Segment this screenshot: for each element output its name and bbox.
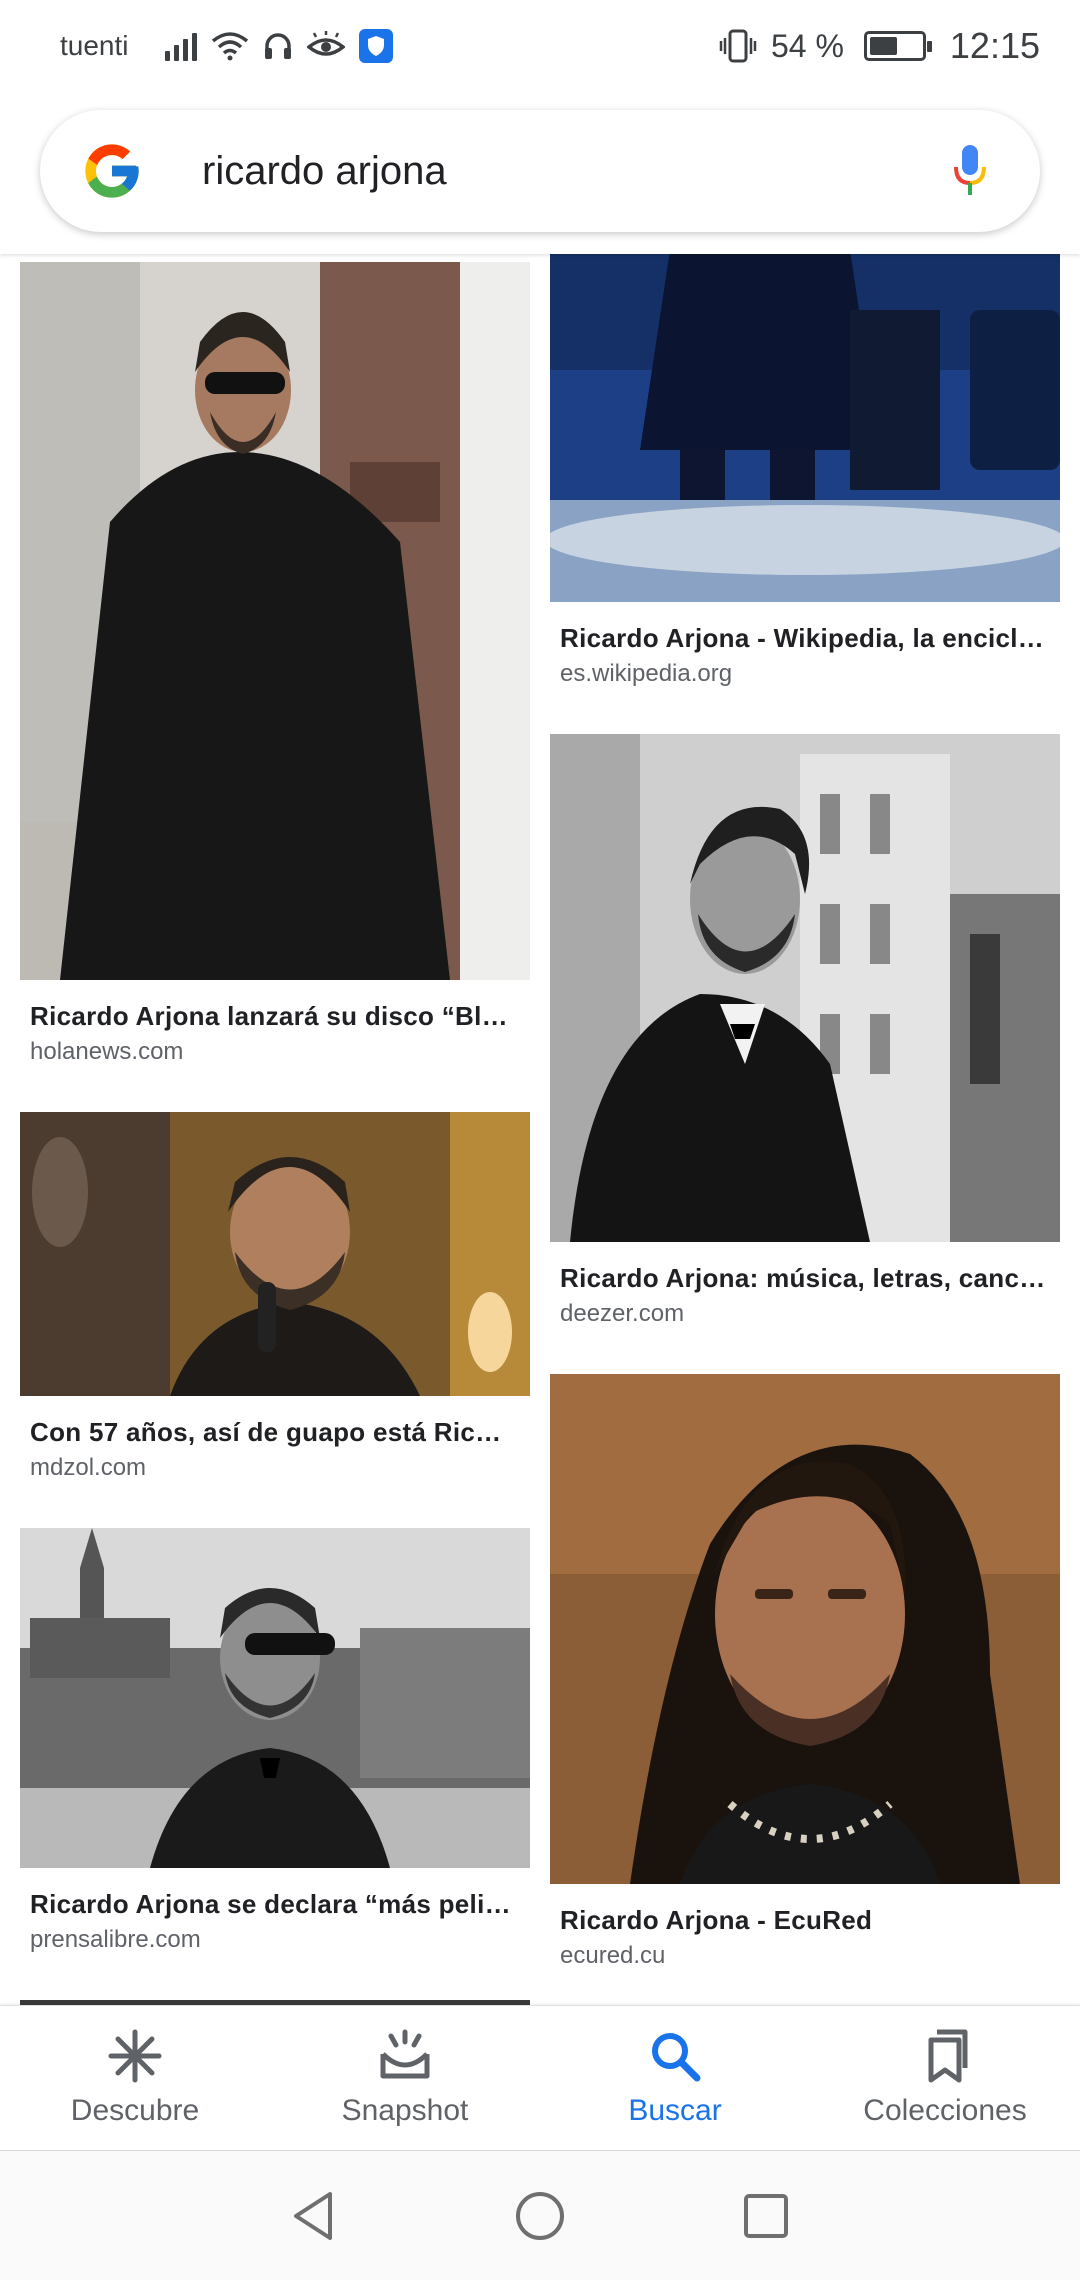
bottom-navigation: Descubre Snapshot Buscar Colecciones [0,2005,1080,2150]
nav-item-colecciones[interactable]: Colecciones [820,2028,1070,2128]
carrier-name: tuenti [60,30,129,61]
result-source: deezer.com [560,1300,685,1327]
signal-strength-icon [164,31,197,61]
shield-icon [358,29,393,63]
nav-item-label: Colecciones [863,2094,1027,2127]
result-image[interactable] [550,1374,1060,1884]
nav-item-label: Descubre [70,2094,200,2127]
nav-item-label: Buscar [628,2094,722,2127]
result-source: prensalibre.com [30,1926,201,1953]
status-bar: tuenti 54 % 12:15 [0,0,1080,92]
nav-item-buscar[interactable]: Buscar [550,2028,800,2128]
result-title[interactable]: Ricardo Arjona - Wikipedia, la encicl… [560,620,1050,656]
result-title[interactable]: Ricardo Arjona lanzará su disco “Bl… [30,998,520,1034]
result-title[interactable]: Ricardo Arjona: música, letras, canc… [560,1260,1050,1296]
vibrate-icon [719,29,757,63]
search-icon [652,2033,701,2082]
image-results-grid: Ricardo Arjona lanzará su disco “Bl… hol… [0,250,1080,2005]
result-caption: Ricardo Arjona lanzará su disco “Bl… hol… [20,980,530,1070]
eye-comfort-icon [306,31,345,61]
result-caption: Ricardo Arjona: música, letras, canc… de… [550,1242,1060,1332]
image-result-card[interactable]: Ricardo Arjona lanzará su disco “Bl… hol… [20,262,530,1070]
image-result-card[interactable]: Ricardo Arjona: música, letras, canc… de… [550,734,1060,1332]
result-source: ecured.cu [560,1942,666,1969]
result-source: holanews.com [30,1038,184,1065]
system-navigation-bar [0,2150,1080,2280]
result-image[interactable] [550,250,1060,602]
status-left: tuenti [60,29,393,63]
nav-item-snapshot[interactable]: Snapshot [280,2028,530,2128]
result-title[interactable]: Con 57 años, así de guapo está Ric… [30,1414,520,1450]
search-bar-divider [0,232,1080,254]
result-title[interactable]: Ricardo Arjona - EcuRed [560,1902,1050,1938]
result-caption: Ricardo Arjona - EcuRed ecured.cu [550,1884,1060,1974]
wifi-icon [211,31,249,61]
search-input[interactable] [202,148,950,194]
image-result-card[interactable]: Ricardo Arjona - Wikipedia, la encicl… e… [550,250,1060,692]
result-source: es.wikipedia.org [560,660,733,687]
result-image[interactable] [550,734,1060,1242]
image-result-card[interactable]: Con 57 años, así de guapo está Ric… mdzo… [20,1112,530,1486]
headphones-icon [263,31,293,61]
battery-percent: 54 % [770,27,844,64]
battery-icon [863,31,932,61]
battery-level [869,37,897,55]
image-result-card[interactable]: Ricardo Arjona - EcuRed ecured.cu [550,1374,1060,1974]
nav-item-label: Snapshot [341,2094,469,2127]
image-result-card[interactable]: Ricardo Arjona se declara “más peli… pre… [20,1528,530,1958]
bookmarks-icon [928,2029,968,2083]
snapshot-icon [380,2029,430,2079]
recents-icon[interactable] [738,2188,794,2244]
nav-item-descubre[interactable]: Descubre [10,2028,260,2128]
asterisk-icon [108,2029,162,2083]
status-right: 54 % 12:15 [719,25,1040,67]
result-caption: Con 57 años, así de guapo está Ric… mdzo… [20,1396,530,1486]
result-title[interactable]: Ricardo Arjona se declara “más peli… [30,1886,520,1922]
result-source: mdzol.com [30,1454,147,1481]
search-bar[interactable] [40,110,1040,232]
result-caption: Ricardo Arjona se declara “más peli… pre… [20,1868,530,1958]
microphone-icon[interactable] [950,141,990,201]
google-logo-icon [85,144,139,198]
result-image[interactable] [20,262,530,980]
clock: 12:15 [949,25,1040,66]
back-icon[interactable] [286,2188,342,2244]
result-image[interactable] [20,1528,530,1868]
result-caption: Ricardo Arjona - Wikipedia, la encicl… e… [550,602,1060,692]
result-image[interactable] [20,1112,530,1396]
home-icon[interactable] [512,2188,568,2244]
